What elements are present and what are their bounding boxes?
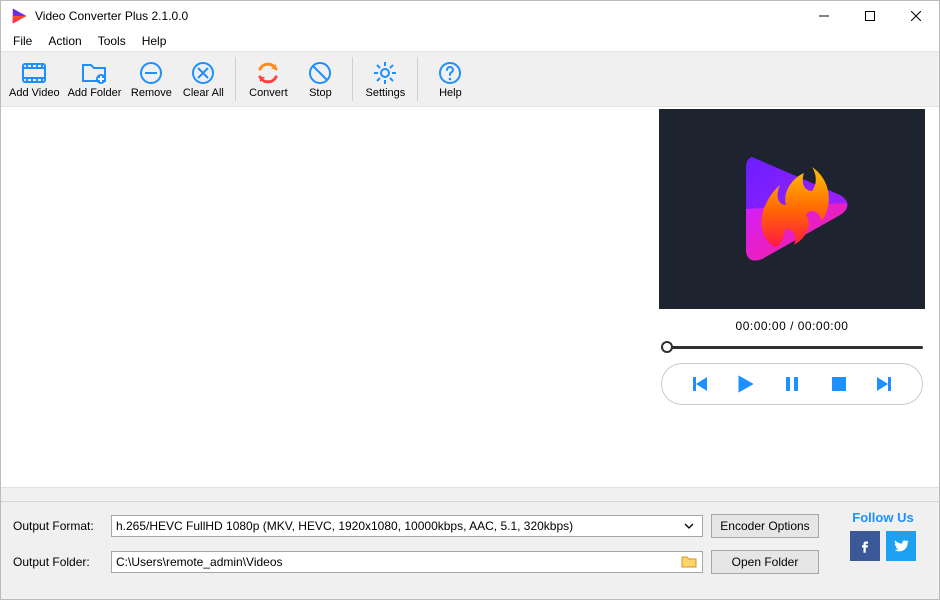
app-icon xyxy=(9,6,29,26)
output-folder-label: Output Folder: xyxy=(13,555,111,569)
stop-playback-button[interactable] xyxy=(823,368,855,400)
menu-action[interactable]: Action xyxy=(40,32,89,50)
stop-button[interactable]: Stop xyxy=(294,53,346,105)
gear-icon xyxy=(371,59,399,87)
convert-button[interactable]: Convert xyxy=(242,53,294,105)
chevron-down-icon xyxy=(680,521,698,531)
add-video-button[interactable]: Add Video xyxy=(5,53,64,105)
toolbar-label: Stop xyxy=(309,87,332,99)
facebook-icon[interactable] xyxy=(850,531,880,561)
skip-end-button[interactable] xyxy=(869,368,901,400)
preview-panel: 00:00:00 / 00:00:00 xyxy=(659,107,939,487)
file-list[interactable] xyxy=(1,107,659,487)
output-panel: Output Format: h.265/HEVC FullHD 1080p (… xyxy=(1,501,939,599)
toolbar: Add Video Add Folder Remove Clea xyxy=(1,51,939,107)
clear-all-button[interactable]: Clear All xyxy=(177,53,229,105)
folder-plus-icon xyxy=(80,59,108,87)
app-logo xyxy=(722,139,862,279)
add-folder-button[interactable]: Add Folder xyxy=(64,53,126,105)
toolbar-label: Clear All xyxy=(183,87,224,99)
timecode: 00:00:00 / 00:00:00 xyxy=(659,319,925,333)
x-circle-icon xyxy=(189,59,217,87)
output-format-label: Output Format: xyxy=(13,519,111,533)
settings-button[interactable]: Settings xyxy=(359,53,411,105)
toolbar-label: Settings xyxy=(366,87,406,99)
toolbar-label: Add Video xyxy=(9,87,60,99)
output-format-value: h.265/HEVC FullHD 1080p (MKV, HEVC, 1920… xyxy=(116,519,680,533)
twitter-icon[interactable] xyxy=(886,531,916,561)
refresh-icon xyxy=(254,59,282,87)
no-entry-icon xyxy=(306,59,334,87)
toolbar-label: Help xyxy=(439,87,462,99)
playback-controls xyxy=(661,363,923,405)
menu-help[interactable]: Help xyxy=(134,32,175,50)
open-folder-button[interactable]: Open Folder xyxy=(711,550,819,574)
seek-bar[interactable] xyxy=(661,339,923,355)
panel-separator xyxy=(1,487,939,501)
remove-button[interactable]: Remove xyxy=(125,53,177,105)
menubar: File Action Tools Help xyxy=(1,31,939,51)
toolbar-label: Remove xyxy=(131,87,172,99)
skip-start-button[interactable] xyxy=(683,368,715,400)
help-button[interactable]: Help xyxy=(424,53,476,105)
window-title: Video Converter Plus 2.1.0.0 xyxy=(35,9,188,23)
menu-file[interactable]: File xyxy=(5,32,40,50)
follow-us: Follow Us xyxy=(841,510,925,561)
toolbar-label: Add Folder xyxy=(68,87,122,99)
play-button[interactable] xyxy=(729,368,761,400)
pause-button[interactable] xyxy=(776,368,808,400)
encoder-options-button[interactable]: Encoder Options xyxy=(711,514,819,538)
minus-circle-icon xyxy=(137,59,165,87)
toolbar-separator xyxy=(417,57,418,101)
toolbar-label: Convert xyxy=(249,87,288,99)
output-folder-value: C:\Users\remote_admin\Videos xyxy=(116,555,680,569)
main-area: 00:00:00 / 00:00:00 xyxy=(1,107,939,487)
follow-us-title: Follow Us xyxy=(841,510,925,525)
titlebar: Video Converter Plus 2.1.0.0 xyxy=(1,1,939,31)
minimize-button[interactable] xyxy=(801,1,847,31)
film-icon xyxy=(20,59,48,87)
question-circle-icon xyxy=(436,59,464,87)
toolbar-separator xyxy=(352,57,353,101)
output-folder-field[interactable]: C:\Users\remote_admin\Videos xyxy=(111,551,703,573)
close-button[interactable] xyxy=(893,1,939,31)
preview-screen xyxy=(659,109,925,309)
menu-tools[interactable]: Tools xyxy=(90,32,134,50)
maximize-button[interactable] xyxy=(847,1,893,31)
toolbar-separator xyxy=(235,57,236,101)
folder-icon xyxy=(680,555,698,569)
output-format-select[interactable]: h.265/HEVC FullHD 1080p (MKV, HEVC, 1920… xyxy=(111,515,703,537)
